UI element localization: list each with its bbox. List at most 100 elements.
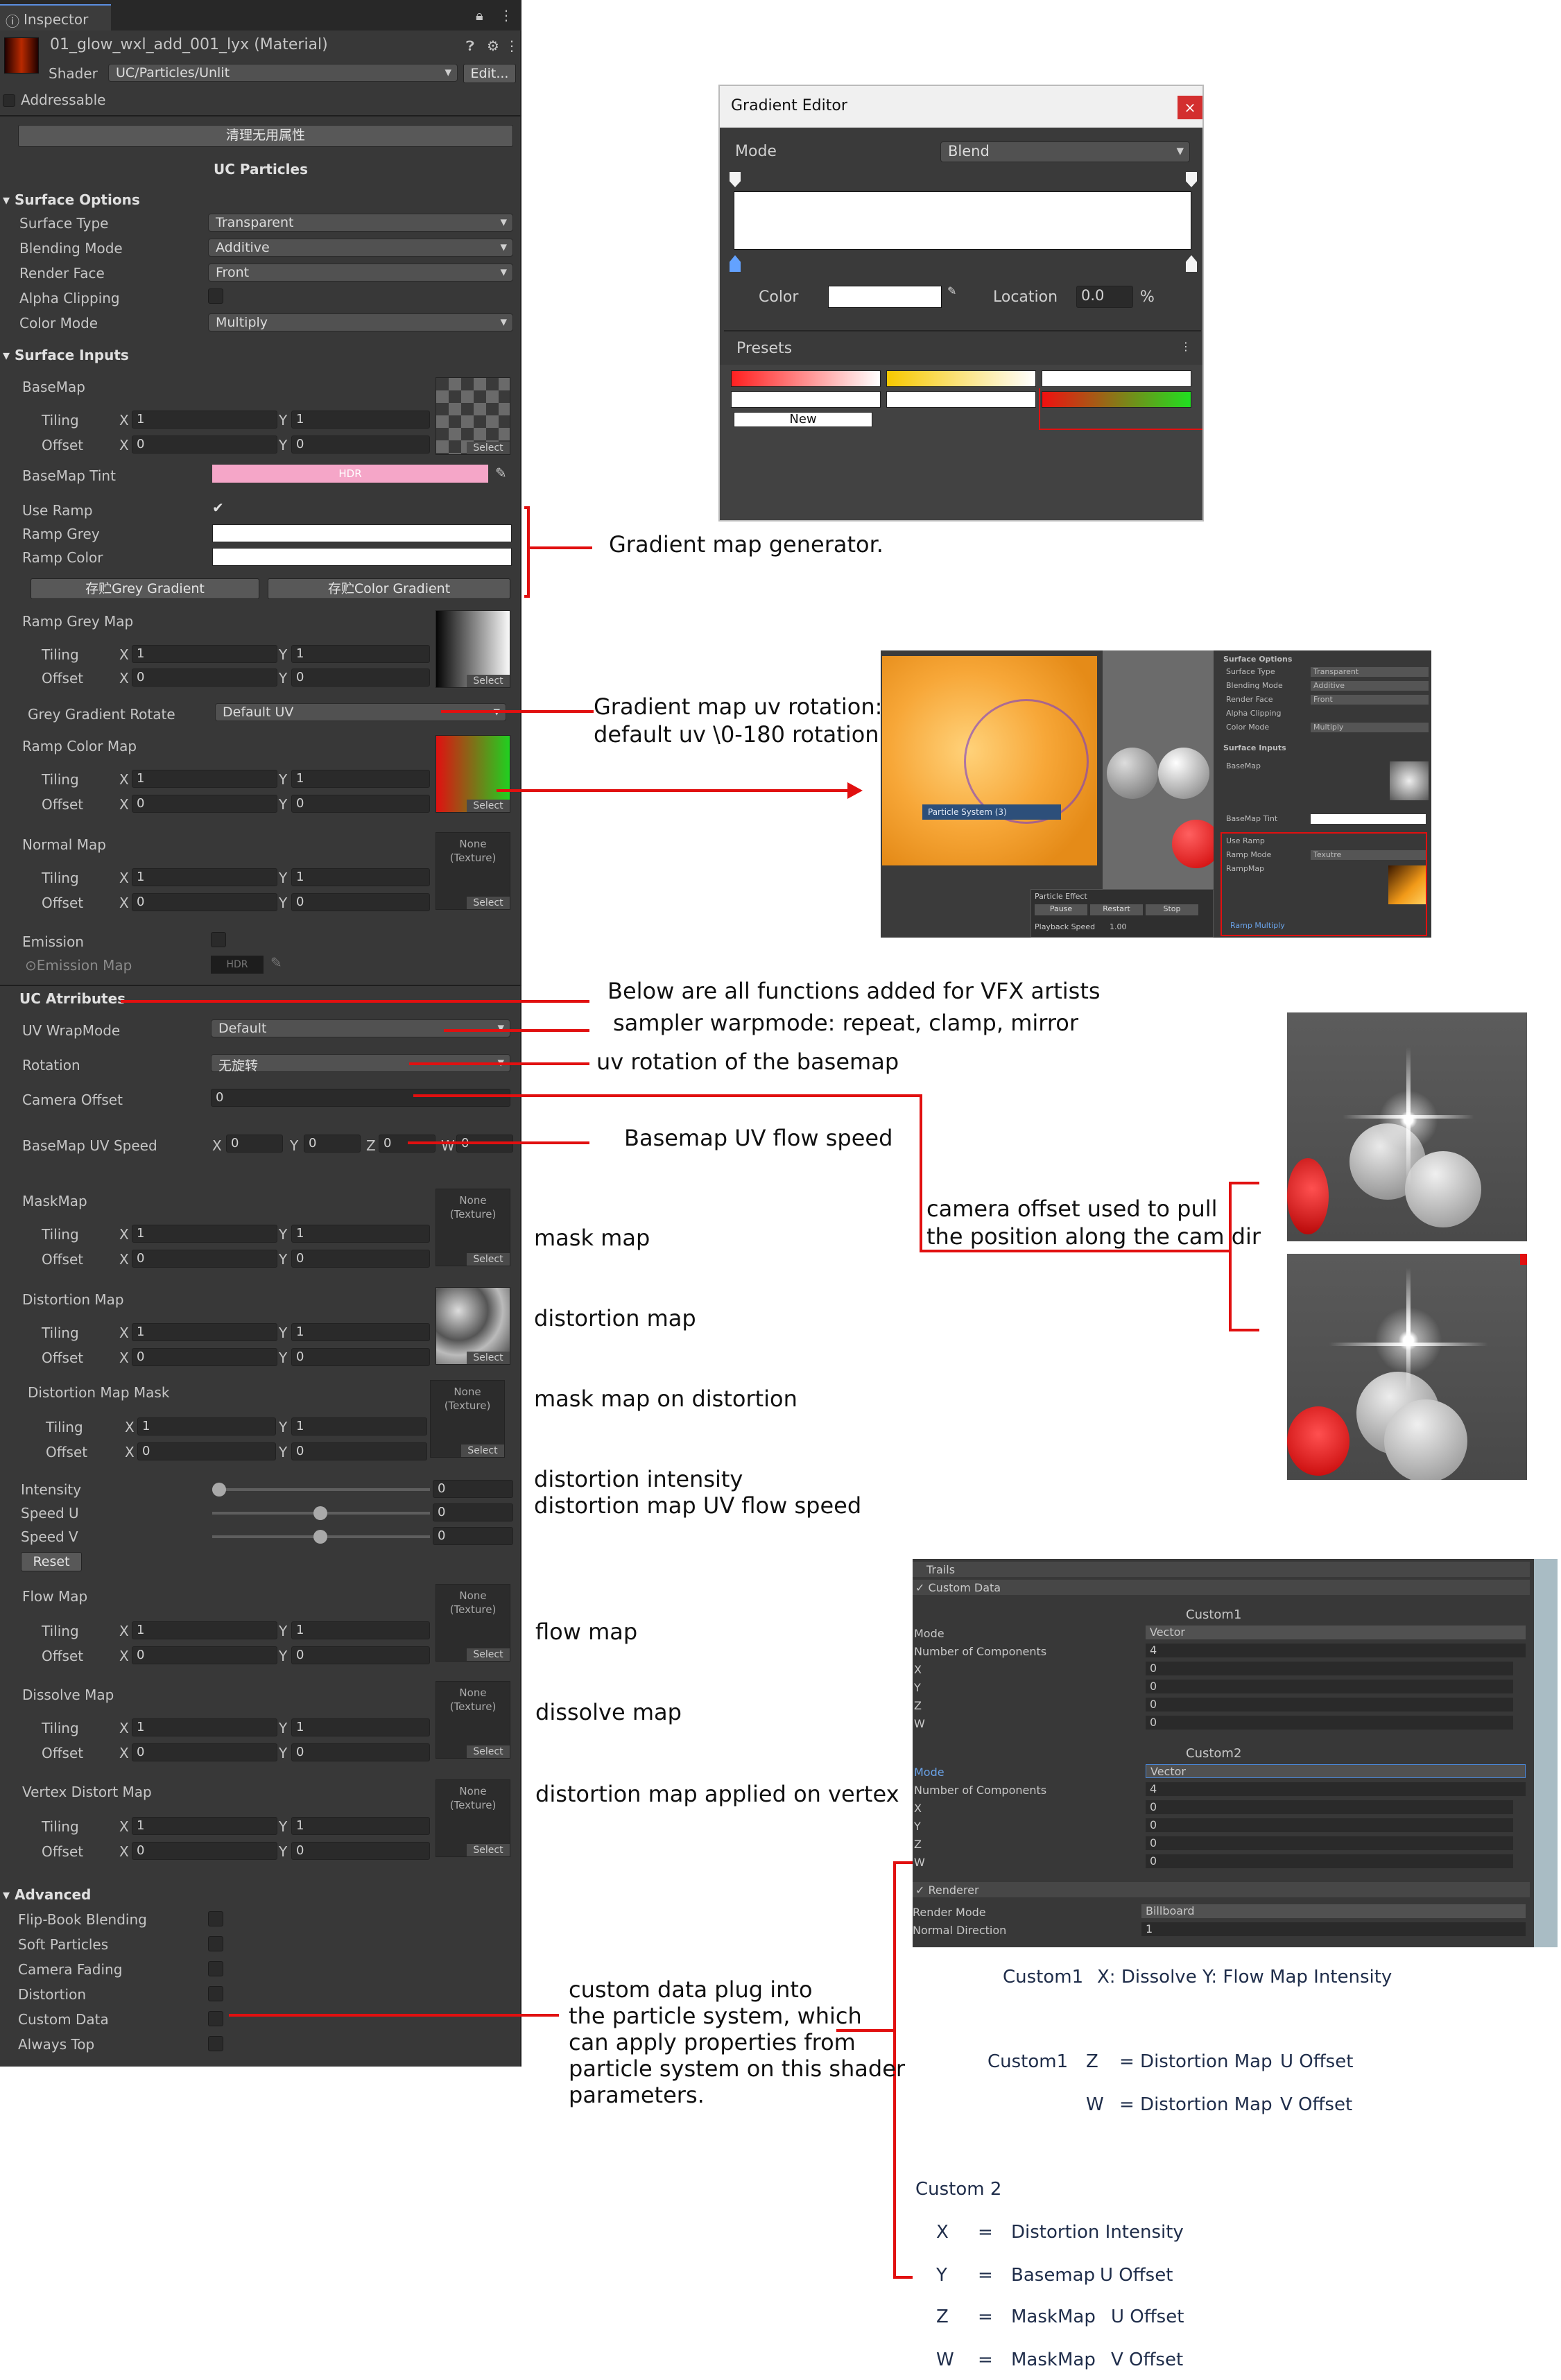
vdistort-tiling-x[interactable]: 1 xyxy=(132,1817,277,1835)
help-icon[interactable]: ❓︎ xyxy=(466,37,474,54)
stop-button[interactable]: Stop xyxy=(1146,904,1198,915)
custom2-w-field[interactable]: 0 xyxy=(1146,1854,1513,1868)
save-color-gradient-button[interactable]: 存贮Color Gradient xyxy=(268,578,510,599)
dissolve-offset-x[interactable]: 0 xyxy=(132,1743,277,1761)
addressable-checkbox[interactable] xyxy=(3,94,15,107)
normal-direction-field[interactable]: 1 xyxy=(1141,1922,1526,1936)
mask-offset-x[interactable]: 0 xyxy=(132,1250,277,1268)
dmask-offset-y[interactable]: 0 xyxy=(291,1442,427,1460)
uv-wrapmode-dropdown[interactable]: Default xyxy=(211,1019,510,1037)
surface-type-dropdown[interactable]: Transparent xyxy=(208,214,513,232)
distortion-tiling-x[interactable]: 1 xyxy=(132,1323,277,1341)
dmask-tiling-y[interactable]: 1 xyxy=(291,1417,427,1435)
eyedropper-icon[interactable]: ✎ xyxy=(947,284,956,298)
flow-map-texture-slot[interactable]: None (Texture) Select xyxy=(435,1584,510,1662)
particle-system-handle[interactable]: Particle System (3) xyxy=(922,804,1061,820)
speed-v-slider[interactable] xyxy=(212,1530,430,1544)
mini-blending-mode[interactable]: Additive xyxy=(1311,681,1429,691)
eyedropper-icon[interactable]: ✎ xyxy=(270,954,282,971)
rampgrey-offset-y[interactable]: 0 xyxy=(291,669,430,687)
custom2-x-field[interactable]: 0 xyxy=(1146,1800,1513,1814)
preset-swatch[interactable] xyxy=(886,391,1036,408)
distortion-tiling-y[interactable]: 1 xyxy=(291,1323,430,1341)
rampcolor-offset-y[interactable]: 0 xyxy=(291,795,430,813)
alpha-clipping-checkbox[interactable] xyxy=(208,288,223,304)
intensity-slider[interactable] xyxy=(212,1483,430,1497)
custom2-mode-dropdown[interactable]: Vector xyxy=(1146,1764,1526,1778)
reset-button[interactable]: Reset xyxy=(21,1552,82,1571)
restart-button[interactable]: Restart xyxy=(1090,904,1143,915)
flow-offset-y[interactable]: 0 xyxy=(291,1646,430,1664)
custom1-w-field[interactable]: 0 xyxy=(1146,1716,1513,1730)
preset-swatch[interactable] xyxy=(731,370,881,387)
inspector-tab[interactable]: ⓘ Inspector xyxy=(0,4,111,31)
mask-map-texture-slot[interactable]: None (Texture) Select xyxy=(435,1189,510,1266)
mini-ramp-thumb[interactable] xyxy=(1388,865,1426,904)
dissolve-tiling-y[interactable]: 1 xyxy=(291,1718,430,1736)
vdistort-offset-x[interactable]: 0 xyxy=(132,1842,277,1860)
custom2-y-field[interactable]: 0 xyxy=(1146,1818,1513,1832)
rampcolor-tiling-y[interactable]: 1 xyxy=(291,770,430,788)
rampgrey-tiling-y[interactable]: 1 xyxy=(291,645,430,663)
preset-swatch-red-green[interactable] xyxy=(1042,391,1191,408)
mini-color-mode[interactable]: Multiply xyxy=(1311,723,1429,732)
soft-particles-checkbox[interactable] xyxy=(208,1936,223,1951)
rampgrey-offset-x[interactable]: 0 xyxy=(132,669,277,687)
ramp-color-gradient[interactable] xyxy=(212,548,512,566)
normal-offset-x[interactable]: 0 xyxy=(132,893,277,911)
edit-shader-button[interactable]: Edit... xyxy=(463,64,516,83)
basemap-tiling-y[interactable]: 1 xyxy=(291,411,430,429)
slider-knob[interactable] xyxy=(313,1530,327,1544)
gradient-preview[interactable] xyxy=(734,191,1191,250)
basemap-tiling-x[interactable]: 1 xyxy=(132,411,277,429)
custom1-mode-dropdown[interactable]: Vector xyxy=(1146,1626,1526,1639)
distortion-map-texture-slot[interactable]: Select xyxy=(435,1287,510,1365)
basemap-offset-x[interactable]: 0 xyxy=(132,436,277,454)
vdistort-tiling-y[interactable]: 1 xyxy=(291,1817,430,1835)
use-ramp-check[interactable]: ✔ xyxy=(212,499,224,516)
distortion-offset-x[interactable]: 0 xyxy=(132,1348,277,1366)
renderer-module-header[interactable] xyxy=(913,1882,1530,1897)
custom-data-module-header[interactable] xyxy=(913,1580,1530,1595)
normal-offset-y[interactable]: 0 xyxy=(291,893,430,911)
vdistort-offset-y[interactable]: 0 xyxy=(291,1842,430,1860)
mini-basemap-thumb[interactable] xyxy=(1390,761,1429,800)
blending-mode-dropdown[interactable]: Additive xyxy=(208,239,513,257)
ramp-color-texture-slot[interactable]: Select xyxy=(435,735,510,813)
close-icon[interactable]: × xyxy=(1178,96,1202,119)
custom1-components-field[interactable]: 4 xyxy=(1146,1644,1526,1657)
lock-icon[interactable]: 🔒︎ xyxy=(476,7,483,24)
color-key-marker[interactable] xyxy=(1186,255,1197,272)
uv-speed-x[interactable]: 0 xyxy=(226,1135,283,1153)
foldout-surface-options[interactable]: ▾ Surface Options xyxy=(3,191,140,208)
basemap-texture-slot[interactable]: Select xyxy=(435,377,510,455)
color-mode-dropdown[interactable]: Multiply xyxy=(208,313,513,331)
clear-unused-button[interactable]: 清理无用属性 xyxy=(18,125,513,147)
rampcolor-tiling-x[interactable]: 1 xyxy=(132,770,277,788)
distortion-mask-texture-slot[interactable]: None (Texture) Select xyxy=(430,1380,505,1458)
normal-tiling-x[interactable]: 1 xyxy=(132,868,277,886)
render-mode-dropdown[interactable]: Billboard xyxy=(1141,1904,1526,1918)
gradient-mode-dropdown[interactable]: Blend xyxy=(940,141,1190,162)
preset-swatch[interactable] xyxy=(886,370,1036,387)
speed-v-field[interactable]: 0 xyxy=(433,1527,513,1545)
more-icon[interactable]: ⋮ xyxy=(1180,340,1191,353)
mini-surface-type[interactable]: Transparent xyxy=(1311,667,1429,677)
more-icon[interactable]: ⋮ xyxy=(505,37,519,54)
flow-offset-x[interactable]: 0 xyxy=(132,1646,277,1664)
dmask-offset-x[interactable]: 0 xyxy=(137,1442,276,1460)
mini-render-face[interactable]: Front xyxy=(1311,695,1429,705)
rampgrey-tiling-x[interactable]: 1 xyxy=(132,645,277,663)
custom1-y-field[interactable]: 0 xyxy=(1146,1680,1513,1693)
save-grey-gradient-button[interactable]: 存贮Grey Gradient xyxy=(31,578,259,599)
vertex-distort-texture-slot[interactable]: None (Texture) Select xyxy=(435,1779,510,1857)
custom1-x-field[interactable]: 0 xyxy=(1146,1662,1513,1675)
camera-fading-checkbox[interactable] xyxy=(208,1961,223,1976)
dmask-tiling-x[interactable]: 1 xyxy=(137,1417,276,1435)
pause-button[interactable]: Pause xyxy=(1035,904,1087,915)
rampcolor-offset-x[interactable]: 0 xyxy=(132,795,277,813)
mini-tint[interactable] xyxy=(1311,814,1426,824)
uv-speed-y[interactable]: 0 xyxy=(304,1135,361,1153)
slider-knob[interactable] xyxy=(313,1506,327,1520)
basemap-tint-color[interactable]: HDR xyxy=(212,465,488,483)
